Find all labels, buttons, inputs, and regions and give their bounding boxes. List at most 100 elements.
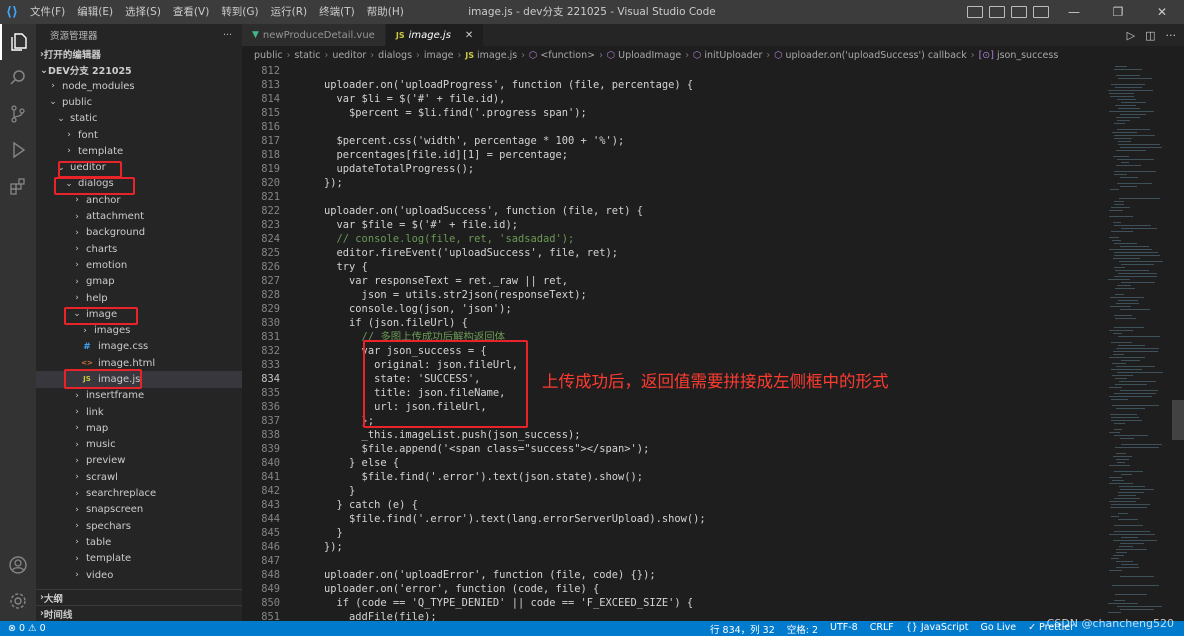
end-of-line[interactable]: CRLF bbox=[870, 622, 894, 636]
language-mode[interactable]: {} JavaScript bbox=[906, 622, 969, 636]
encoding[interactable]: UTF-8 bbox=[830, 622, 858, 636]
tree-item[interactable]: › charts bbox=[36, 241, 242, 257]
more-actions-icon[interactable]: ··· bbox=[223, 30, 232, 41]
minimap[interactable] bbox=[1104, 64, 1184, 621]
layout-toggle-icon[interactable] bbox=[967, 6, 983, 18]
tree-item[interactable]: # image.css bbox=[36, 339, 242, 355]
menu-item[interactable]: 编辑(E) bbox=[71, 0, 119, 24]
close-tab-icon[interactable]: ✕ bbox=[465, 30, 473, 41]
menu-item[interactable]: 选择(S) bbox=[119, 0, 167, 24]
tree-item[interactable]: › emotion bbox=[36, 257, 242, 273]
breadcrumb-item[interactable]: UploadImage bbox=[618, 50, 681, 61]
tree-item[interactable]: › font bbox=[36, 127, 242, 143]
outline-section[interactable]: › 大纲 bbox=[36, 589, 242, 605]
tree-item[interactable]: ⌄ ueditor bbox=[36, 159, 242, 175]
open-editors-section[interactable]: › 打开的编辑器 bbox=[36, 46, 242, 62]
menu-item[interactable]: 终端(T) bbox=[313, 0, 361, 24]
minimap-line bbox=[1114, 525, 1143, 526]
tree-item[interactable]: ⌄ dialogs bbox=[36, 176, 242, 192]
restore-button[interactable]: ❐ bbox=[1096, 0, 1140, 24]
run-icon[interactable]: ▷ bbox=[1127, 29, 1135, 42]
breadcrumb-item[interactable]: ueditor bbox=[332, 50, 366, 61]
panel-toggle-icon[interactable] bbox=[989, 6, 1005, 18]
tree-item[interactable]: › searchreplace bbox=[36, 485, 242, 501]
tree-item-label: attachment bbox=[86, 211, 145, 223]
code-line: 827 var responseText = ret._raw || ret, bbox=[242, 274, 1104, 288]
tree-item[interactable]: › spechars bbox=[36, 518, 242, 534]
line-number: 825 bbox=[261, 247, 280, 259]
tree-item[interactable]: › music bbox=[36, 437, 242, 453]
search-icon[interactable] bbox=[0, 60, 36, 96]
minimize-button[interactable]: — bbox=[1052, 0, 1096, 24]
tree-item[interactable]: › background bbox=[36, 225, 242, 241]
extensions-icon[interactable] bbox=[0, 168, 36, 204]
tab-newproducedetail[interactable]: ▼ newProduceDetail.vue bbox=[242, 24, 386, 46]
breadcrumb-item[interactable]: json_success bbox=[997, 50, 1058, 61]
project-folder-section[interactable]: ⌄ DEV分支 221025 bbox=[36, 62, 242, 78]
more-actions-icon[interactable]: ··· bbox=[1166, 29, 1177, 42]
line-number: 831 bbox=[261, 331, 280, 343]
tree-item[interactable]: › preview bbox=[36, 453, 242, 469]
js-file-icon: JS bbox=[83, 375, 91, 384]
tree-item[interactable]: › map bbox=[36, 420, 242, 436]
customize-layout-icon[interactable] bbox=[1033, 6, 1049, 18]
code-line: 824 // console.log(file, ret, 'sadsadad'… bbox=[242, 232, 1104, 246]
tree-item[interactable]: › link bbox=[36, 404, 242, 420]
tree-item[interactable]: › help bbox=[36, 290, 242, 306]
scrollbar-thumb[interactable] bbox=[1172, 400, 1184, 440]
tree-item[interactable]: › table bbox=[36, 534, 242, 550]
go-live-button[interactable]: Go Live bbox=[980, 622, 1016, 636]
minimap-line bbox=[1108, 279, 1130, 280]
breadcrumb-item[interactable]: image.js bbox=[477, 50, 517, 61]
source-control-icon[interactable] bbox=[0, 96, 36, 132]
tree-item[interactable]: › snapscreen bbox=[36, 502, 242, 518]
minimap-line bbox=[1114, 498, 1140, 499]
tree-item[interactable]: › insertframe bbox=[36, 388, 242, 404]
tree-item[interactable]: › scrawl bbox=[36, 469, 242, 485]
tree-item[interactable]: › anchor bbox=[36, 192, 242, 208]
cursor-position[interactable]: 行 834，列 32 bbox=[710, 622, 775, 636]
breadcrumb-item[interactable]: public bbox=[254, 50, 283, 61]
explorer-icon[interactable] bbox=[0, 24, 36, 60]
tree-item[interactable]: › video bbox=[36, 567, 242, 583]
code-text: if (json.fileUrl) { bbox=[299, 317, 468, 329]
secondary-sidebar-icon[interactable] bbox=[1011, 6, 1027, 18]
tree-item[interactable]: › gmap bbox=[36, 274, 242, 290]
tree-item[interactable]: › node_modules bbox=[36, 78, 242, 94]
tree-item[interactable]: ⌄ image bbox=[36, 306, 242, 322]
breadcrumb-item[interactable]: dialogs bbox=[378, 50, 412, 61]
close-window-button[interactable]: ✕ bbox=[1140, 0, 1184, 24]
timeline-section[interactable]: › 时间线 bbox=[36, 605, 242, 621]
indentation[interactable]: 空格: 2 bbox=[787, 622, 818, 636]
tree-item[interactable]: ⌄ static bbox=[36, 111, 242, 127]
tab-image-js[interactable]: JS image.js ✕ bbox=[385, 24, 485, 46]
account-icon[interactable] bbox=[0, 547, 36, 583]
split-editor-icon[interactable]: ◫ bbox=[1145, 29, 1155, 42]
menu-item[interactable]: 查看(V) bbox=[167, 0, 215, 24]
problems-indicator[interactable]: ⊗ 0 ⚠ 0 bbox=[8, 623, 46, 634]
breadcrumb-item[interactable]: uploader.on('uploadSuccess') callback bbox=[786, 50, 967, 61]
menu-item[interactable]: 运行(R) bbox=[265, 0, 314, 24]
breadcrumb-item[interactable]: image bbox=[424, 50, 454, 61]
run-debug-icon[interactable] bbox=[0, 132, 36, 168]
breadcrumb-item[interactable]: static bbox=[294, 50, 320, 61]
minimap-line bbox=[1114, 243, 1137, 244]
tree-item[interactable]: › attachment bbox=[36, 208, 242, 224]
tree-item[interactable]: ⌄ public bbox=[36, 94, 242, 110]
tree-item-label: help bbox=[86, 292, 108, 304]
menu-item[interactable]: 帮助(H) bbox=[361, 0, 410, 24]
tree-item[interactable]: <> image.html bbox=[36, 355, 242, 371]
tree-item[interactable]: JS image.js bbox=[36, 371, 242, 388]
code-editor[interactable]: 812 813 uploader.on('uploadProgress', fun… bbox=[242, 64, 1104, 621]
breadcrumb-item[interactable]: initUploader bbox=[704, 50, 762, 61]
settings-gear-icon[interactable] bbox=[0, 583, 36, 619]
tree-item[interactable]: › template bbox=[36, 551, 242, 567]
tree-item[interactable]: › images bbox=[36, 322, 242, 338]
minimap-line bbox=[1116, 549, 1147, 550]
menu-item[interactable]: 转到(G) bbox=[215, 0, 264, 24]
tree-item[interactable]: › template bbox=[36, 143, 242, 159]
tree-item-label: video bbox=[86, 569, 114, 581]
menu-item[interactable]: 文件(F) bbox=[24, 0, 71, 24]
minimap-line bbox=[1111, 342, 1132, 343]
breadcrumb-item[interactable]: <function> bbox=[540, 50, 595, 61]
